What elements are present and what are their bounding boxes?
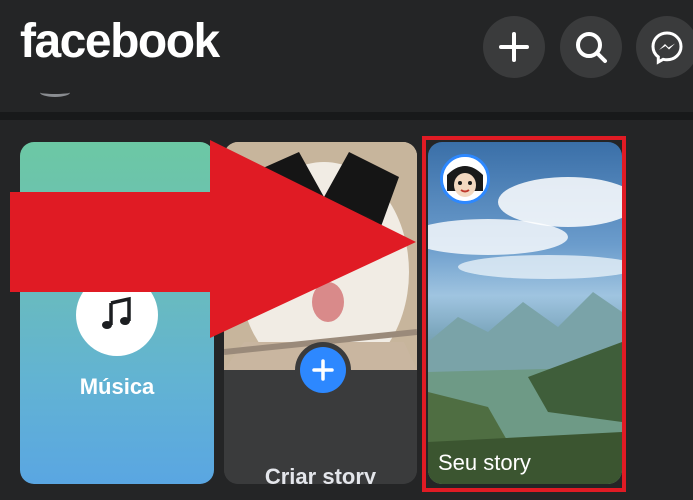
highlight-box <box>422 136 626 492</box>
messenger-button[interactable] <box>636 16 693 78</box>
facebook-logo[interactable]: facebook <box>20 14 220 69</box>
create-story-plus-ring <box>295 342 351 398</box>
create-button[interactable] <box>483 16 545 78</box>
messenger-icon <box>651 31 683 65</box>
create-story-button[interactable] <box>300 347 346 393</box>
search-button[interactable] <box>560 16 622 78</box>
plus-icon <box>499 32 529 62</box>
nav-indicator <box>40 88 70 97</box>
music-story-card[interactable]: Música <box>20 142 214 484</box>
top-header: facebook <box>0 0 693 112</box>
search-icon <box>576 32 607 63</box>
music-label: Música <box>79 374 155 399</box>
music-button[interactable] <box>76 274 158 356</box>
music-note-icon <box>102 296 131 329</box>
section-divider <box>0 112 693 120</box>
create-story-card[interactable]: Criar story <box>224 142 417 484</box>
plus-icon <box>312 359 334 381</box>
profile-photo <box>224 142 417 370</box>
create-story-label: Criar story <box>264 464 377 484</box>
